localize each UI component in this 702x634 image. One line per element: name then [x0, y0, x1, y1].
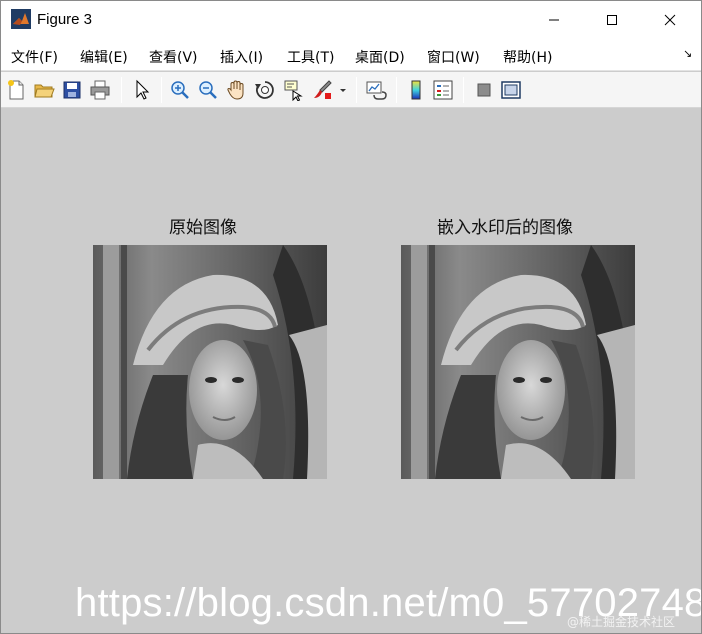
open-file-icon[interactable] — [33, 79, 55, 101]
data-cursor-icon[interactable] — [283, 79, 305, 101]
save-icon[interactable] — [61, 79, 83, 101]
toolbar-separator — [463, 77, 464, 103]
portrait-image-icon — [401, 245, 635, 479]
menu-edit[interactable]: 编辑(E) — [80, 47, 128, 67]
toolbar-separator — [356, 77, 357, 103]
maximize-icon — [607, 15, 617, 25]
left-axes-title: 原始图像 — [169, 218, 237, 238]
rotate-3d-icon[interactable] — [254, 79, 276, 101]
window-title: Figure 3 — [37, 11, 93, 28]
matlab-logo-icon — [11, 9, 31, 29]
figure-window: Figure 3 文件(F) 编辑(E) 查看(V) 插入(I) 工具(T) 桌… — [0, 0, 702, 634]
print-icon[interactable] — [89, 79, 111, 101]
colorbar-icon[interactable] — [405, 79, 427, 101]
menu-overflow-arrow-icon[interactable]: ↘ — [683, 47, 692, 60]
menu-desktop[interactable]: 桌面(D) — [355, 47, 405, 67]
menu-view[interactable]: 查看(V) — [149, 47, 198, 67]
toolbar-separator — [396, 77, 397, 103]
pan-hand-icon[interactable] — [225, 79, 247, 101]
watermarked-image[interactable] — [401, 245, 635, 479]
brush-icon[interactable] — [311, 79, 333, 101]
legend-icon[interactable] — [432, 79, 454, 101]
minimize-button[interactable] — [531, 1, 577, 39]
platform-credit: @稀土掘金技术社区 — [567, 615, 676, 629]
figure-canvas[interactable]: 原始图像 嵌入水印后的图像 — [1, 109, 701, 633]
portrait-image-icon — [93, 245, 327, 479]
menu-window[interactable]: 窗口(W) — [427, 47, 480, 67]
brush-dropdown-icon[interactable] — [337, 79, 349, 101]
show-plot-tools-icon[interactable] — [500, 79, 522, 101]
original-image[interactable] — [93, 245, 327, 479]
menu-tools[interactable]: 工具(T) — [287, 47, 334, 67]
maximize-button[interactable] — [589, 1, 635, 39]
toolbar-separator — [161, 77, 162, 103]
menu-insert[interactable]: 插入(I) — [220, 47, 263, 67]
figure-toolbar — [1, 72, 701, 108]
minimize-icon — [549, 19, 559, 21]
zoom-out-icon[interactable] — [197, 79, 219, 101]
menu-file[interactable]: 文件(F) — [11, 47, 58, 67]
menu-help[interactable]: 帮助(H) — [503, 47, 552, 67]
hide-plot-tools-icon[interactable] — [473, 79, 495, 101]
close-button[interactable] — [647, 1, 693, 39]
close-icon — [664, 14, 676, 26]
title-bar[interactable]: Figure 3 — [1, 1, 701, 39]
right-axes-title: 嵌入水印后的图像 — [437, 218, 573, 238]
link-plot-icon[interactable] — [365, 79, 387, 101]
select-pointer-icon[interactable] — [131, 79, 153, 101]
menu-bar: 文件(F) 编辑(E) 查看(V) 插入(I) 工具(T) 桌面(D) 窗口(W… — [1, 39, 701, 71]
toolbar-separator — [121, 77, 122, 103]
zoom-in-icon[interactable] — [169, 79, 191, 101]
new-figure-icon[interactable] — [6, 79, 28, 101]
